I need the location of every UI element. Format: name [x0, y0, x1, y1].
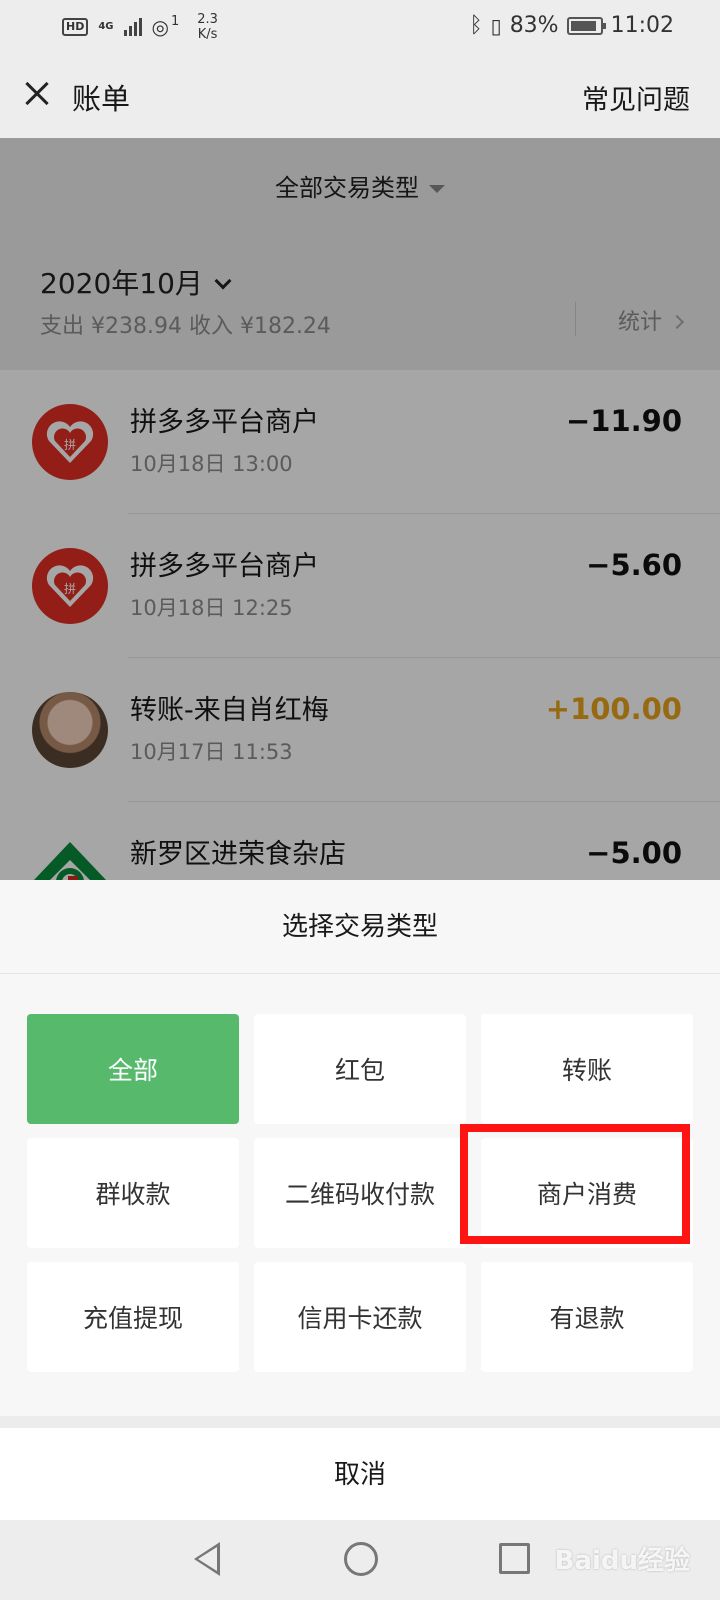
signal-icon [123, 18, 142, 36]
home-icon[interactable] [344, 1542, 378, 1576]
clock: 11:02 [610, 13, 674, 38]
watermark: Baidu经验 [554, 1546, 690, 1576]
status-right: ᛒ ▯ 83% 11:02 [469, 13, 674, 38]
bluetooth-icon: ᛒ [469, 13, 483, 38]
network-speed: 2.3 K/s [197, 12, 218, 42]
network-type: 4G [98, 21, 114, 32]
sheet-title: 选择交易类型 [0, 880, 720, 974]
speed-value: 2.3 [197, 12, 218, 27]
option-red-packet[interactable]: 红包 [254, 1014, 466, 1124]
faq-link[interactable]: 常见问题 [582, 78, 690, 117]
option-credit-card-repayment[interactable]: 信用卡还款 [254, 1262, 466, 1372]
recent-apps-icon[interactable] [499, 1543, 530, 1574]
wifi-icon: ◎ [151, 15, 169, 39]
system-nav-bar: Baidu经验 [0, 1520, 720, 1600]
option-refund[interactable]: 有退款 [481, 1262, 693, 1372]
sheet-separator [0, 1416, 720, 1428]
option-group-collection[interactable]: 群收款 [27, 1138, 239, 1248]
speed-unit: K/s [197, 27, 218, 42]
option-qr-payment[interactable]: 二维码收付款 [254, 1138, 466, 1248]
app-header: 账单 常见问题 [0, 52, 720, 138]
option-transfer[interactable]: 转账 [481, 1014, 693, 1124]
status-left: HD 4G ◎ 1 2.3 K/s [62, 12, 218, 42]
battery-percent: 83% [509, 13, 559, 38]
vibrate-icon: ▯ [490, 13, 502, 38]
battery-icon [566, 16, 606, 35]
option-top-up-withdraw[interactable]: 充值提现 [27, 1262, 239, 1372]
modal-backdrop[interactable] [0, 138, 720, 880]
battery-fill [570, 20, 596, 31]
hd-icon: HD [62, 18, 89, 36]
status-bar: HD 4G ◎ 1 2.3 K/s ᛒ ▯ 83% 11:02 [0, 0, 720, 52]
cancel-button[interactable]: 取消 [0, 1428, 720, 1522]
close-icon[interactable] [18, 74, 58, 114]
transaction-type-sheet: 选择交易类型 全部 红包 转账 群收款 二维码收付款 商户消费 充值提现 信用卡… [0, 880, 720, 1600]
back-icon[interactable] [194, 1542, 220, 1576]
page-title: 账单 [72, 82, 131, 116]
option-merchant-consumption[interactable]: 商户消费 [481, 1138, 693, 1248]
sim-indicator: 1 [170, 13, 180, 29]
option-all[interactable]: 全部 [27, 1014, 239, 1124]
